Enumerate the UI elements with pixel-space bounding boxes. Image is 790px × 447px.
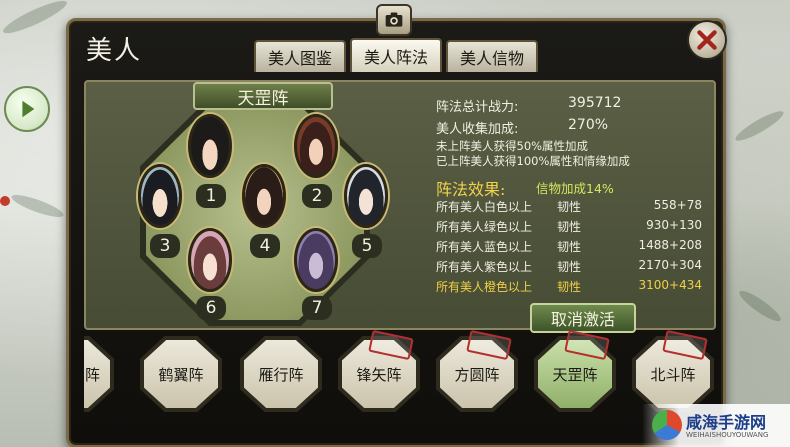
- token-bonus: 信物加成14%: [536, 181, 614, 196]
- bonus-value: 558+78: [653, 198, 702, 212]
- bamboo-decoration: [9, 190, 66, 222]
- beauty-slot-4-portrait[interactable]: [242, 164, 286, 228]
- play-arrow-icon: [22, 100, 35, 118]
- power-value: 395712: [568, 95, 622, 111]
- placed-note: 已上阵美人获得100%属性和情缘加成: [436, 154, 630, 168]
- bonus-value: 930+130: [646, 218, 702, 232]
- slot-number: 4: [250, 234, 280, 258]
- slot-number: 2: [302, 184, 332, 208]
- close-button[interactable]: [687, 20, 727, 60]
- collect-bonus-label: 美人收集加成:: [436, 122, 519, 137]
- bonus-value: 1488+208: [638, 238, 703, 252]
- bamboo-decoration: [736, 286, 784, 326]
- tab-beauty-catalog[interactable]: 美人图鉴: [254, 40, 346, 72]
- bonus-value: 3100+434: [638, 278, 703, 292]
- formation-option-label: 雁行阵: [244, 340, 318, 408]
- beauty-slot-3-portrait[interactable]: [138, 164, 182, 228]
- bonus-attribute: 韧性: [557, 200, 582, 214]
- bonus-condition: 所有美人紫色以上: [436, 260, 533, 274]
- bonus-row: 所有美人蓝色以上 韧性 1488+208: [436, 236, 704, 256]
- bonus-condition: 所有美人绿色以上: [436, 220, 533, 234]
- bonus-attribute: 韧性: [557, 280, 582, 294]
- collect-bonus-value: 270%: [568, 117, 609, 133]
- next-page-button[interactable]: [4, 86, 50, 132]
- bonus-condition: 所有美人白色以上: [436, 200, 533, 214]
- formation-option-crane-wing[interactable]: 鹤翼阵: [140, 336, 222, 412]
- watermark-logo-icon: [652, 410, 682, 440]
- watermark-text: 咸海手游网: [686, 413, 767, 432]
- beauty-slot-5-portrait[interactable]: [344, 164, 388, 228]
- bonus-row: 所有美人绿色以上 韧性 930+130: [436, 216, 704, 236]
- bonus-row: 所有美人紫色以上 韧性 2170+304: [436, 256, 704, 276]
- beauty-slot-2-portrait[interactable]: [294, 114, 338, 178]
- camera-icon: [385, 12, 403, 27]
- panel-title: 美人: [86, 36, 143, 66]
- bonus-row: 所有美人白色以上 韧性 558+78: [436, 196, 704, 216]
- slot-number: 3: [150, 234, 180, 258]
- formation-option-partial[interactable]: 阵: [84, 336, 114, 412]
- slot-number: 7: [302, 296, 332, 320]
- screenshot-button[interactable]: [376, 4, 412, 36]
- bonus-condition: 所有美人蓝色以上: [436, 240, 533, 254]
- beauty-slot-7-portrait[interactable]: [294, 228, 338, 292]
- tab-beauty-formation[interactable]: 美人阵法: [350, 38, 442, 72]
- beauty-slot-6-portrait[interactable]: [188, 228, 232, 292]
- formation-option-label: 鹤翼阵: [144, 340, 218, 408]
- bonus-attribute: 韧性: [557, 260, 582, 274]
- notification-dot: [0, 196, 10, 206]
- bamboo-decoration: [732, 107, 787, 145]
- bamboo-decoration: [0, 0, 70, 39]
- beauty-slot-1-portrait[interactable]: [188, 114, 232, 178]
- formation-option-label: 阵: [84, 340, 110, 408]
- watermark-subtext: WEIHAISHOUYOUWANG: [686, 431, 769, 439]
- bonus-condition: 所有美人橙色以上: [436, 280, 533, 294]
- formation-option-wild-goose[interactable]: 雁行阵: [240, 336, 322, 412]
- slot-number: 1: [196, 184, 226, 208]
- bonus-attribute: 韧性: [557, 220, 582, 234]
- cancel-activation-button[interactable]: 取消激活: [530, 303, 636, 333]
- tab-beauty-token[interactable]: 美人信物: [446, 40, 538, 72]
- slot-number: 5: [352, 234, 382, 258]
- unplaced-note: 未上阵美人获得50%属性加成: [436, 139, 589, 153]
- formation-name: 天罡阵: [193, 82, 333, 110]
- power-label: 阵法总计战力:: [436, 100, 519, 115]
- close-icon: [697, 30, 717, 50]
- slot-number: 6: [196, 296, 226, 320]
- bonus-value: 2170+304: [638, 258, 703, 272]
- game-screen: { "header": {"title": "美人"}, "tabs": [ {…: [0, 0, 790, 447]
- bonus-row-highlight: 所有美人橙色以上 韧性 3100+434: [436, 276, 704, 296]
- bonus-attribute: 韧性: [557, 240, 582, 254]
